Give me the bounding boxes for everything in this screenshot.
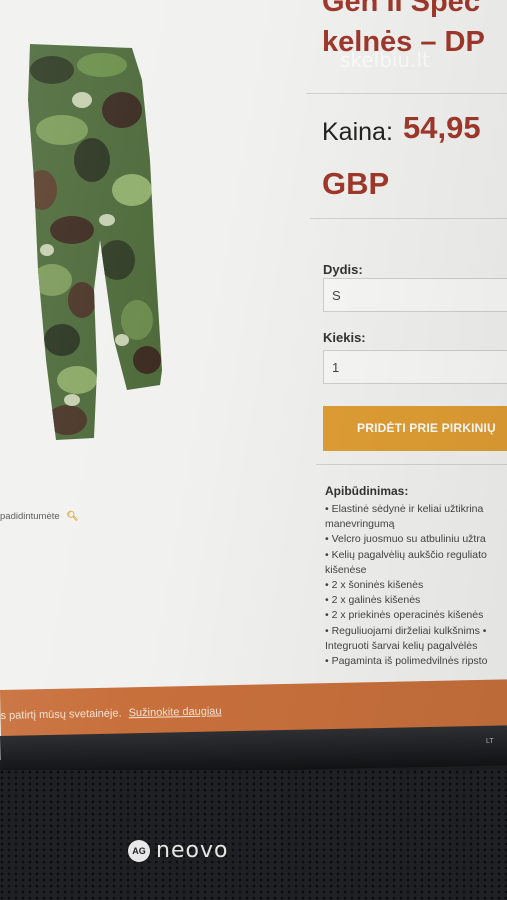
- monitor-bezel: [0, 770, 507, 900]
- quantity-value: 1: [332, 360, 340, 375]
- price-currency: GBP: [322, 166, 390, 201]
- zoom-hint-text: padidintumėte: [0, 511, 60, 522]
- description-item: • 2 x šoninės kišenės: [325, 579, 424, 592]
- divider: [310, 218, 507, 219]
- description-item: • Reguliuojami dirželiai kulkšnims •: [325, 624, 487, 637]
- zoom-hint[interactable]: padidintumėte 🔍︎: [0, 511, 78, 522]
- cookie-text-wrap: s patirtį mūsų svetainėje. Sužinokite da…: [0, 705, 221, 722]
- photo-of-monitor: Gen II Spec kelnės – DP skelbiu.lt Kaina…: [0, 0, 507, 900]
- camo-trousers-image: [28, 44, 162, 440]
- description-item: • Pagaminta iš polimedvilnės ripsto: [325, 655, 488, 668]
- cookie-text: s patirtį mūsų svetainėje.: [0, 707, 122, 722]
- web-page: Gen II Spec kelnės – DP skelbiu.lt Kaina…: [0, 0, 507, 760]
- description-item: Integruoti šarvai kelių pagalvėlės: [325, 639, 478, 652]
- description-item: • Elastinė sėdynė ir keliai užtikrina: [325, 503, 484, 515]
- divider: [306, 93, 507, 94]
- watermark: skelbiu.lt: [340, 48, 430, 72]
- size-label: Dydis:: [323, 262, 363, 277]
- language-badge: LT: [486, 738, 494, 745]
- magnifier-icon: 🔍︎: [66, 511, 79, 522]
- description-item: • Velcro juosmuo su atbuliniu užtra: [325, 533, 486, 546]
- description-item: • 2 x priekinės operacinės kišenės: [325, 609, 484, 622]
- price-value: 54,95: [403, 110, 481, 145]
- price-label: Kaina:: [322, 118, 393, 146]
- size-select-value: S: [332, 288, 341, 303]
- divider: [316, 464, 507, 465]
- description-item: • 2 x galinės kišenės: [325, 594, 421, 607]
- brand-badge-icon: AG: [128, 839, 150, 862]
- size-select[interactable]: S: [323, 278, 507, 312]
- product-title-line1: Gen II Spec: [322, 0, 480, 18]
- add-to-cart-button[interactable]: PRIDĖTI PRIE PIRKINIŲ: [323, 406, 507, 451]
- description-list: • Elastinė sėdynė ir keliai užtikrina ma…: [325, 502, 507, 669]
- brand-name: neovo: [156, 838, 229, 863]
- description-title: Apibūdinimas:: [325, 484, 409, 498]
- description-item: • Kelių pagalvėlių aukščio reguliato: [325, 548, 487, 561]
- cookie-learn-more-link[interactable]: Sužinokite daugiau: [129, 705, 222, 719]
- description-item: kišenėse: [325, 563, 367, 576]
- description-item: manevringumą: [325, 518, 395, 531]
- quantity-label: Kiekis:: [323, 330, 366, 345]
- quantity-input[interactable]: 1: [323, 350, 507, 384]
- monitor-brand-logo: AG neovo: [128, 838, 228, 863]
